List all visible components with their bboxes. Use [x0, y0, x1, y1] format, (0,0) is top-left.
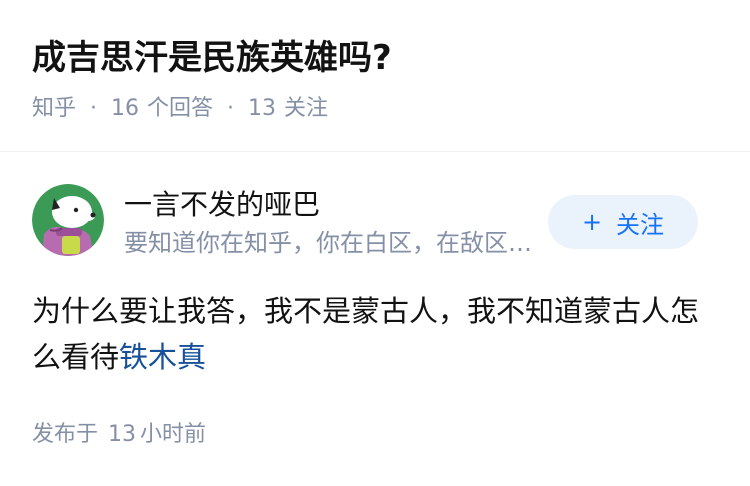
question-title[interactable]: 成吉思汗是民族英雄吗?: [32, 34, 392, 82]
follow-button[interactable]: + 关注: [548, 195, 698, 249]
follow-label: 关注: [616, 210, 665, 239]
divider: [0, 151, 750, 152]
answer-count-label[interactable]: 个回答: [147, 92, 213, 126]
follower-count: 13: [248, 96, 277, 121]
answer-time: 发布于 13 小时前: [32, 418, 206, 452]
author-name[interactable]: 一言不发的哑巴: [124, 186, 320, 224]
time-value: 13: [108, 422, 137, 447]
author-bio: 要知道你在知乎，你在白区，在敌区……: [124, 229, 536, 257]
time-prefix: 发布于: [32, 422, 99, 447]
answer-count: 16: [111, 96, 140, 121]
cartoon-dog-avatar-icon: [32, 184, 104, 256]
source-label[interactable]: 知乎: [32, 92, 76, 126]
meta-separator: ·: [90, 96, 98, 121]
answer-link[interactable]: 铁木真: [119, 340, 206, 374]
question-header: 成吉思汗是民族英雄吗? 知乎 · 16 个回答 · 13 关注: [0, 0, 750, 150]
time-suffix: 小时前: [140, 422, 207, 447]
follower-count-label[interactable]: 关注: [284, 92, 328, 126]
avatar[interactable]: [32, 184, 104, 256]
plus-icon: +: [581, 208, 603, 236]
meta-separator: ·: [227, 96, 235, 121]
question-meta: 知乎 · 16 个回答 · 13 关注: [32, 92, 328, 126]
answer-content[interactable]: 为什么要让我答，我不是蒙古人，我不知道蒙古人怎么看待铁木真: [32, 288, 722, 380]
